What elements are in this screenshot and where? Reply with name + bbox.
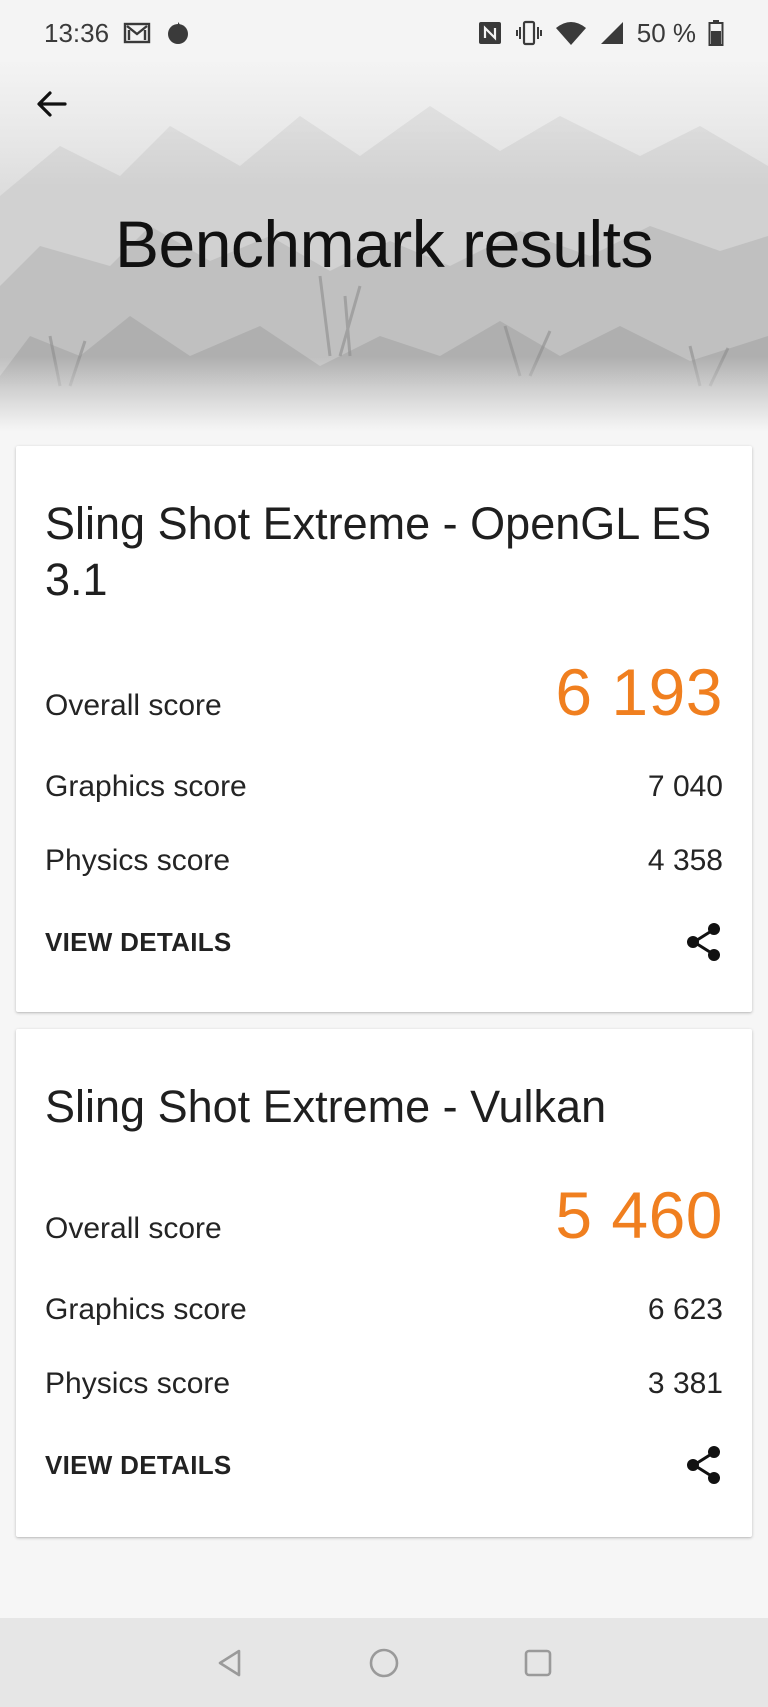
physics-score-value: 3 381	[647, 1367, 723, 1400]
overall-score-value: 5 460	[555, 1178, 723, 1252]
share-icon	[687, 1446, 720, 1484]
nav-home-icon	[369, 1648, 399, 1677]
overall-score-row: Overall score 6 193	[45, 654, 723, 730]
card-footer: VIEW DETAILS	[45, 920, 726, 964]
status-left: 13:36	[44, 18, 191, 49]
screen: 13:36 50 % Benchmark results Sling Shot …	[0, 0, 768, 1707]
hero-header: Benchmark results	[0, 56, 768, 432]
battery-icon	[708, 19, 724, 47]
vibrate-icon	[515, 20, 543, 46]
notification-dot-icon	[165, 20, 191, 46]
overall-score-label: Overall score	[45, 689, 222, 722]
nav-back-button[interactable]	[153, 1618, 307, 1707]
graphics-score-row: Graphics score 7 040	[45, 770, 723, 804]
physics-score-row: Physics score 4 358	[45, 844, 723, 878]
share-button[interactable]	[682, 1443, 726, 1487]
physics-score-value: 4 358	[647, 844, 723, 877]
back-button[interactable]	[26, 78, 78, 130]
graphics-score-row: Graphics score 6 623	[45, 1293, 723, 1327]
nfc-icon	[477, 20, 503, 46]
arrow-left-icon	[37, 91, 67, 117]
signal-icon	[599, 20, 625, 46]
card-footer: VIEW DETAILS	[45, 1443, 726, 1487]
physics-score-label: Physics score	[45, 1367, 231, 1400]
status-right: 50 %	[477, 18, 724, 49]
nav-recents-icon	[524, 1649, 552, 1676]
nav-back-icon	[218, 1649, 241, 1676]
result-card-opengl: Sling Shot Extreme - OpenGL ES 3.1 Overa…	[16, 446, 752, 1012]
graphics-score-value: 7 040	[647, 770, 723, 803]
status-time: 13:36	[44, 17, 110, 48]
share-button[interactable]	[682, 920, 726, 964]
overall-score-row: Overall score 5 460	[45, 1177, 723, 1253]
gmail-icon	[123, 21, 151, 45]
wifi-icon	[555, 20, 587, 46]
view-details-button[interactable]: VIEW DETAILS	[45, 1450, 232, 1481]
graphics-score-value: 6 623	[647, 1293, 723, 1326]
overall-score-value: 6 193	[555, 655, 723, 729]
result-card-vulkan: Sling Shot Extreme - Vulkan Overall scor…	[16, 1029, 752, 1537]
graphics-score-label: Graphics score	[45, 1293, 247, 1326]
physics-score-label: Physics score	[45, 844, 231, 877]
physics-score-row: Physics score 3 381	[45, 1367, 723, 1401]
battery-text: 50 %	[636, 17, 696, 48]
nav-recents-button[interactable]	[461, 1618, 615, 1707]
nav-home-button[interactable]	[307, 1618, 461, 1707]
result-card-title: Sling Shot Extreme - Vulkan	[45, 1081, 607, 1132]
navigation-bar	[0, 1618, 768, 1707]
overall-score-label: Overall score	[45, 1212, 222, 1245]
result-card-title: Sling Shot Extreme - OpenGL ES 3.1	[45, 498, 712, 605]
view-details-button[interactable]: VIEW DETAILS	[45, 927, 232, 958]
graphics-score-label: Graphics score	[45, 770, 247, 803]
page-title: Benchmark results	[114, 207, 654, 281]
share-icon	[687, 923, 720, 961]
